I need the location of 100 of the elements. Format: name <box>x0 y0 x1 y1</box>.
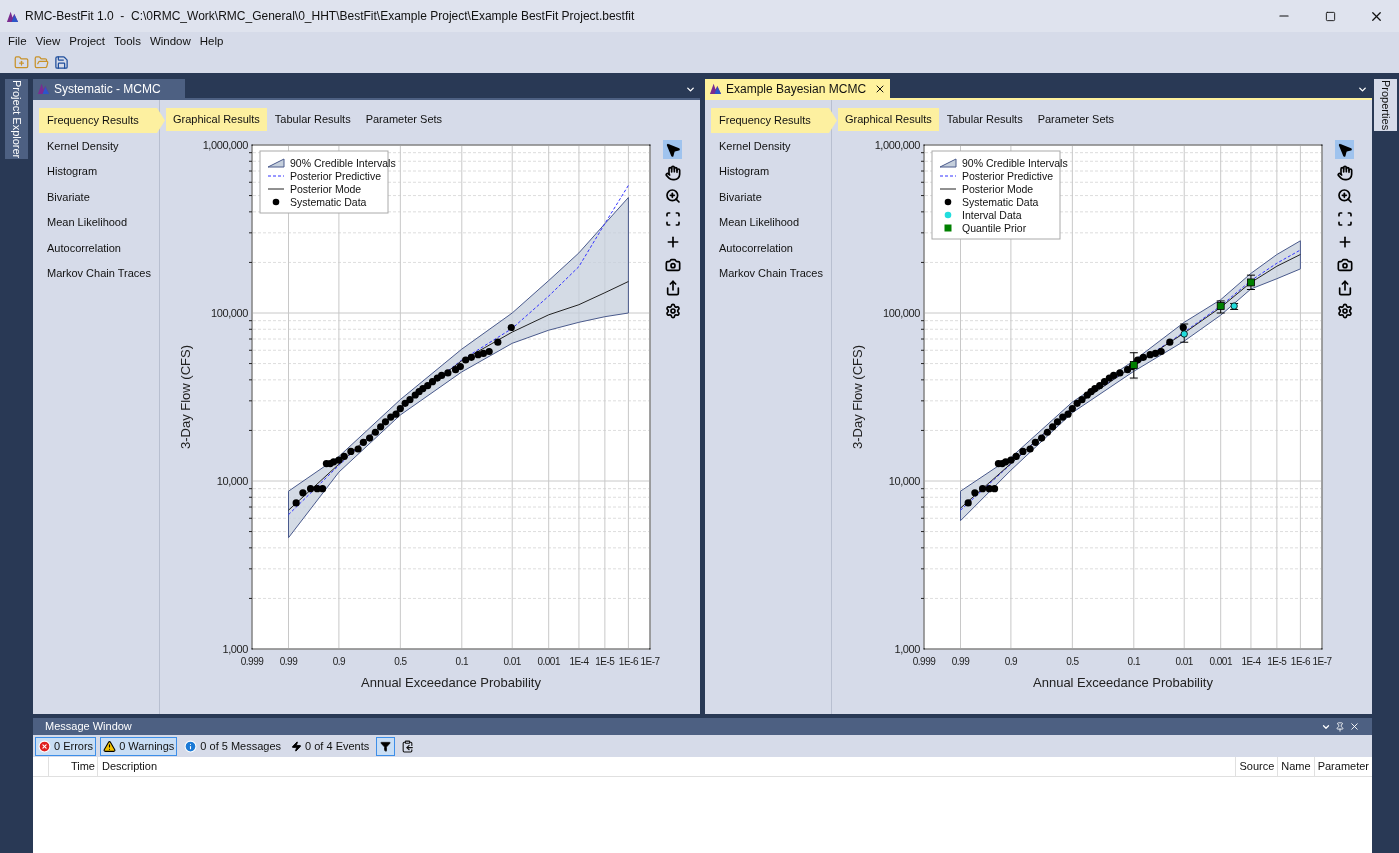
clipboard-icon[interactable] <box>401 739 415 753</box>
settings-tool-button[interactable] <box>1335 301 1354 320</box>
results-tab[interactable]: Parameter Sets <box>358 108 450 131</box>
results-nav-item[interactable]: Histogram <box>711 159 831 184</box>
results-nav-item[interactable]: Bivariate <box>711 184 831 210</box>
x-tick-label: 1E-6 <box>618 656 638 667</box>
warning-icon <box>103 739 117 753</box>
side-panel-tab[interactable]: Project Explorer <box>5 79 28 160</box>
y-tick-label: 10,000 <box>216 475 248 487</box>
message-filter-button[interactable]: 0 of 4 Events <box>288 736 373 756</box>
pointer-tool-button[interactable] <box>1335 140 1354 159</box>
message-filter-button[interactable]: 0 Warnings <box>100 736 178 756</box>
results-tab[interactable]: Tabular Results <box>267 108 358 131</box>
fit-view-tool-button[interactable] <box>663 209 682 228</box>
x-tick-label: 0.999 <box>240 656 264 667</box>
hand-icon <box>664 164 681 181</box>
menu-item[interactable]: Project <box>69 33 106 51</box>
side-panel-tab[interactable]: Properties <box>1374 79 1397 132</box>
x-tick-label: 1E-7 <box>640 656 660 667</box>
x-tick-label: 0.99 <box>951 656 970 667</box>
results-nav-item[interactable]: Histogram <box>39 159 159 184</box>
results-nav-item[interactable]: Frequency Results <box>711 108 837 133</box>
document-tab-title: Example Bayesian MCMC <box>726 80 867 98</box>
legend-label: 90% Credible Intervals <box>962 157 1068 169</box>
menu-item[interactable]: Tools <box>114 33 141 51</box>
x-tick-label: 1E-6 <box>1290 656 1310 667</box>
hand-tool-button[interactable] <box>1335 163 1354 182</box>
results-nav-item[interactable]: Frequency Results <box>39 108 165 133</box>
zoom-in-icon <box>1336 187 1353 204</box>
app-logo-icon <box>6 9 19 23</box>
results-nav-item[interactable]: Markov Chain Traces <box>711 261 831 286</box>
message-filter-button[interactable]: 0 Errors <box>35 736 97 756</box>
results-tab[interactable]: Graphical Results <box>838 108 939 131</box>
results-nav-item[interactable]: Mean Likelihood <box>39 210 159 235</box>
menu-item[interactable]: Window <box>149 33 191 51</box>
dashed-line-swatch-icon <box>939 175 957 177</box>
results-nav-item[interactable]: Bivariate <box>39 184 159 210</box>
results-nav-item[interactable]: Mean Likelihood <box>711 210 831 235</box>
column-header[interactable]: Parameter <box>1313 757 1372 776</box>
pin-icon[interactable] <box>1335 721 1345 732</box>
results-nav-item[interactable]: Kernel Density <box>711 133 831 159</box>
maximize-icon <box>1324 10 1336 22</box>
hand-icon <box>1336 164 1353 181</box>
y-tick-label: 100,000 <box>883 307 920 319</box>
menu-item[interactable]: View <box>35 33 61 51</box>
filter-button[interactable] <box>376 736 396 756</box>
x-axis-title: Annual Exceedance Probability <box>361 675 541 690</box>
menu-item[interactable]: Help <box>199 33 224 51</box>
results-tab[interactable]: Graphical Results <box>166 108 267 131</box>
settings-tool-button[interactable] <box>663 301 682 320</box>
x-tick-label: 0.9 <box>1004 656 1018 667</box>
band-swatch-icon <box>939 158 957 168</box>
x-tick-label: 0.5 <box>1066 656 1079 667</box>
legend-label: Systematic Data <box>290 196 367 208</box>
column-header[interactable]: Source <box>1235 757 1278 776</box>
results-tab[interactable]: Tabular Results <box>939 108 1030 131</box>
y-axis-title: 3-Day Flow (CFS) <box>178 345 193 449</box>
column-header[interactable]: Time <box>49 757 98 776</box>
legend-label: Posterior Mode <box>290 183 362 195</box>
x-tick-label: 1E-7 <box>1312 656 1332 667</box>
error-icon <box>38 739 51 753</box>
results-nav-item[interactable]: Kernel Density <box>39 133 159 159</box>
x-tick-label: 0.1 <box>1127 656 1140 667</box>
x-tick-label: 1E-5 <box>595 656 615 667</box>
x-tick-label: 0.5 <box>394 656 407 667</box>
zoom-in-tool-button[interactable] <box>1335 186 1354 205</box>
dashed-line-swatch-icon <box>267 175 285 177</box>
y-axis-title: 3-Day Flow (CFS) <box>850 345 865 449</box>
hand-tool-button[interactable] <box>663 163 682 182</box>
results-nav-item[interactable]: Autocorrelation <box>39 235 159 261</box>
y-tick-label: 1,000,000 <box>874 139 920 151</box>
pointer-tool-button[interactable] <box>663 140 682 159</box>
legend-label: Quantile Prior <box>962 222 1027 234</box>
x-tick-label: 0.001 <box>537 656 560 667</box>
y-tick-label: 1,000 <box>222 643 248 655</box>
results-tab[interactable]: Parameter Sets <box>1030 108 1122 131</box>
x-tick-label: 1E-4 <box>569 656 589 667</box>
fit-view-tool-button[interactable] <box>1335 209 1354 228</box>
data-point <box>964 499 972 507</box>
results-nav-item[interactable]: Autocorrelation <box>711 235 831 261</box>
line-swatch-icon <box>939 188 957 190</box>
column-header[interactable]: Name <box>1277 757 1314 776</box>
y-tick-label: 1,000,000 <box>202 139 248 151</box>
column-header[interactable]: Description <box>98 757 1236 776</box>
legend-label: Interval Data <box>962 209 1022 221</box>
pointer-icon <box>664 141 681 158</box>
document-tab[interactable]: Systematic - MCMC <box>33 79 185 98</box>
y-tick-label: 1,000 <box>894 643 920 655</box>
x-tick-label: 0.01 <box>1175 656 1193 667</box>
save-icon[interactable] <box>54 55 69 70</box>
app-logo-icon <box>709 82 722 95</box>
dropdown-icon[interactable] <box>1357 84 1368 95</box>
x-tick-label: 0.001 <box>1209 656 1232 667</box>
results-nav-item[interactable]: Markov Chain Traces <box>39 261 159 286</box>
document-tab[interactable]: Example Bayesian MCMC <box>705 79 891 98</box>
zoom-in-tool-button[interactable] <box>663 186 682 205</box>
menu-item[interactable]: File <box>8 33 27 51</box>
message-filter-button[interactable]: 0 of 5 Messages <box>181 736 285 756</box>
dropdown-icon[interactable] <box>685 84 696 95</box>
settings-icon <box>664 302 681 319</box>
